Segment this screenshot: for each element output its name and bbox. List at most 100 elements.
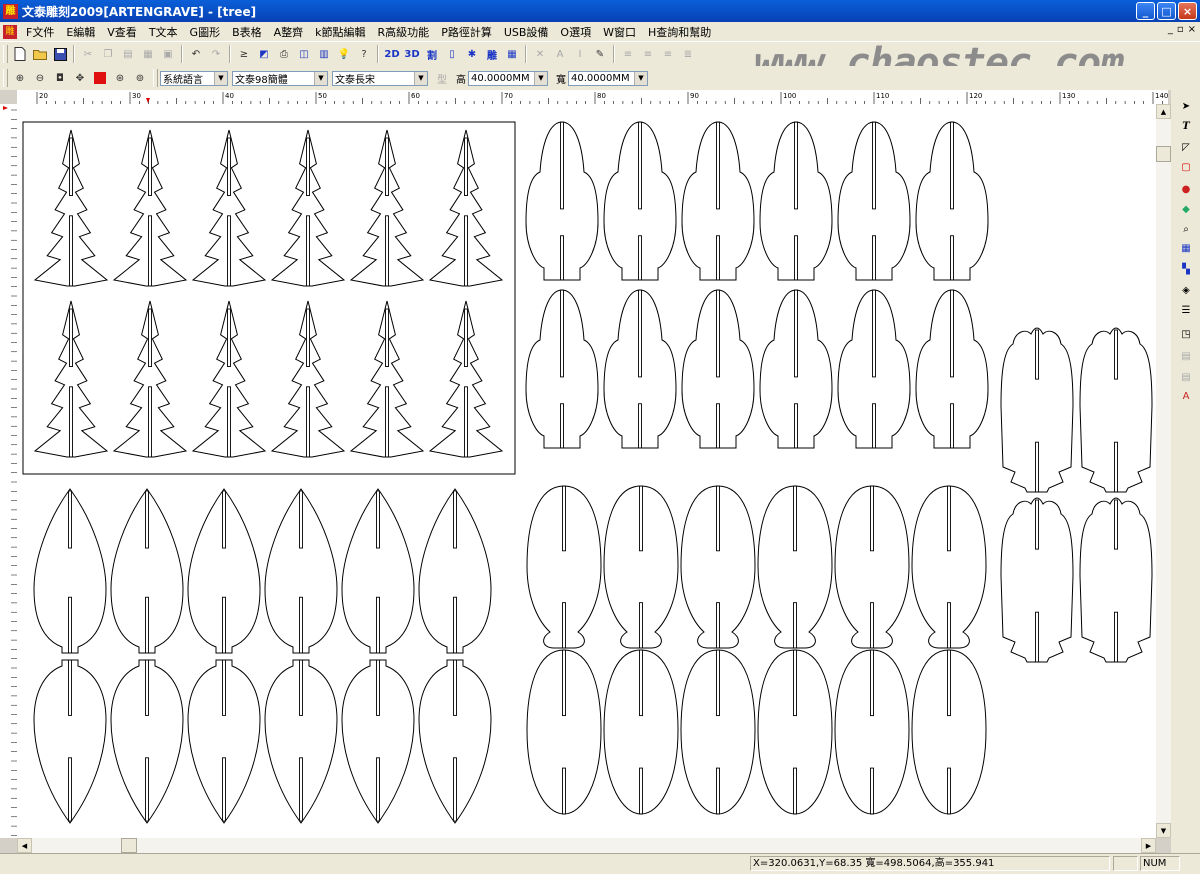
tree-shape[interactable] [428, 129, 504, 287]
table-tool-icon[interactable]: ▦ [1177, 240, 1195, 257]
find-shape-icon[interactable]: ⌕ [1177, 221, 1195, 238]
menu-window[interactable]: W窗口 [597, 24, 642, 40]
rectangle-tool-icon[interactable]: ▢ [1177, 159, 1195, 176]
menu-text[interactable]: T文本 [143, 24, 184, 40]
rounded-shape[interactable] [681, 121, 755, 281]
cut-icon[interactable]: ✂ [79, 45, 97, 63]
rounded-shape[interactable] [525, 289, 599, 449]
clone-icon[interactable]: ▣ [159, 45, 177, 63]
selection-frame[interactable] [22, 121, 516, 475]
tree-shape[interactable] [270, 300, 346, 458]
menu-options[interactable]: O選項 [554, 24, 597, 40]
text-frame-icon[interactable]: A [551, 45, 569, 63]
color-fill-icon[interactable] [91, 69, 109, 87]
tree-shape[interactable] [428, 300, 504, 458]
leaf-shape[interactable] [418, 659, 492, 824]
text-convert-icon[interactable]: A [1177, 388, 1195, 405]
horizontal-scroll-thumb[interactable] [121, 838, 137, 853]
leaf-shape[interactable] [110, 488, 184, 654]
scroll-left-icon[interactable]: ◀ [17, 838, 32, 853]
leaf-shape[interactable] [33, 488, 107, 654]
scroll-right-icon[interactable]: ▶ [1141, 838, 1156, 853]
copy-icon[interactable]: ❐ [99, 45, 117, 63]
arrange-2-icon[interactable]: ▤ [1177, 369, 1195, 386]
align-center-icon[interactable]: ≡ [639, 45, 657, 63]
effects-icon[interactable]: ✱ [463, 45, 481, 63]
tree-shape[interactable] [191, 300, 267, 458]
minimize-button[interactable]: _ [1136, 2, 1155, 20]
italic-icon[interactable]: I [571, 45, 589, 63]
menu-help[interactable]: H查詢和幫助 [642, 24, 717, 40]
egg-shape[interactable] [680, 649, 756, 815]
gcode-icon[interactable]: ▦ [503, 45, 521, 63]
language-select[interactable]: 系統語言 ▼ [160, 70, 228, 86]
rounded-shape[interactable] [525, 121, 599, 281]
toolbar-grip[interactable] [3, 45, 8, 63]
vertical-scroll-thumb[interactable] [1156, 146, 1171, 162]
canvas-svg[interactable] [17, 104, 1156, 838]
font-select[interactable]: 文泰98簡體 ▼ [232, 70, 328, 86]
mdi-restore-button[interactable]: ▫ [1177, 24, 1184, 35]
tree-shape[interactable] [349, 300, 425, 458]
cut-mode-button[interactable]: 割 [423, 45, 441, 63]
toolbar-grip-2[interactable] [3, 69, 8, 87]
text-tool-icon[interactable]: T [1177, 118, 1195, 135]
zoom-select-icon[interactable]: ◘ [51, 69, 69, 87]
node-edit-icon[interactable]: ◸ [1177, 139, 1195, 156]
chevron-down-icon[interactable]: ▼ [414, 71, 427, 85]
paste-icon[interactable]: ▤ [119, 45, 137, 63]
print-preview-icon[interactable]: ◫ [295, 45, 313, 63]
tree-shape[interactable] [191, 129, 267, 287]
horizontal-scrollbar[interactable]: ◀ ▶ [17, 838, 1156, 853]
leaf-shape[interactable] [341, 488, 415, 654]
pan-icon[interactable]: ✥ [71, 69, 89, 87]
leaf-shape[interactable] [264, 488, 338, 654]
output-icon[interactable]: ≥ [235, 45, 253, 63]
mode-3d-button[interactable]: 3D [403, 45, 421, 63]
egg-shape[interactable] [757, 485, 833, 649]
document-icon[interactable]: 雕 [3, 24, 17, 39]
grid-colors-icon[interactable]: ▚ [1177, 261, 1195, 278]
egg-shape[interactable] [911, 649, 987, 815]
egg-shape[interactable] [680, 485, 756, 649]
bush-shape[interactable] [1079, 327, 1153, 493]
font-style-select[interactable]: 文泰長宋 ▼ [332, 70, 428, 86]
egg-shape[interactable] [526, 485, 602, 649]
layout-icon[interactable]: ▥ [315, 45, 333, 63]
egg-shape[interactable] [834, 649, 910, 815]
maximize-button[interactable]: □ [1157, 2, 1176, 20]
redo-icon[interactable]: ↷ [207, 45, 225, 63]
arrange-icon[interactable]: ▤ [1177, 348, 1195, 365]
rounded-shape[interactable] [759, 121, 833, 281]
leaf-shape[interactable] [33, 659, 107, 824]
egg-shape[interactable] [603, 649, 679, 815]
menu-node-edit[interactable]: k節點編輯 [309, 24, 371, 40]
egg-shape[interactable] [526, 649, 602, 815]
leaf-shape[interactable] [187, 488, 261, 654]
toolbar-grip-3[interactable] [153, 69, 158, 87]
menu-table[interactable]: B表格 [226, 24, 268, 40]
leaf-shape[interactable] [187, 659, 261, 824]
rounded-shape[interactable] [603, 289, 677, 449]
rounded-shape[interactable] [915, 121, 989, 281]
save-icon[interactable] [51, 45, 69, 63]
zoom-all-icon[interactable]: ⊛ [111, 69, 129, 87]
page-setup-icon[interactable]: ◩ [255, 45, 273, 63]
undo-icon[interactable]: ↶ [187, 45, 205, 63]
chevron-down-icon[interactable]: ▼ [534, 71, 547, 85]
chevron-down-icon[interactable]: ▼ [314, 71, 327, 85]
paste-special-icon[interactable]: ▦ [139, 45, 157, 63]
bush-shape[interactable] [1079, 497, 1153, 663]
zoom-page-icon[interactable]: ⊚ [131, 69, 149, 87]
leaf-shape[interactable] [264, 659, 338, 824]
help-icon[interactable]: ? [355, 45, 373, 63]
menu-usb-device[interactable]: USB設備 [498, 24, 555, 40]
leaf-shape[interactable] [110, 659, 184, 824]
carve-button[interactable]: 雕 [483, 45, 501, 63]
vertical-scrollbar[interactable]: ▲ ▼ [1156, 104, 1171, 838]
tips-bulb-icon[interactable]: 💡 [335, 45, 353, 63]
rounded-shape[interactable] [603, 121, 677, 281]
tree-shape[interactable] [270, 129, 346, 287]
egg-shape[interactable] [834, 485, 910, 649]
select-arrow-icon[interactable]: ➤ [1177, 98, 1195, 115]
